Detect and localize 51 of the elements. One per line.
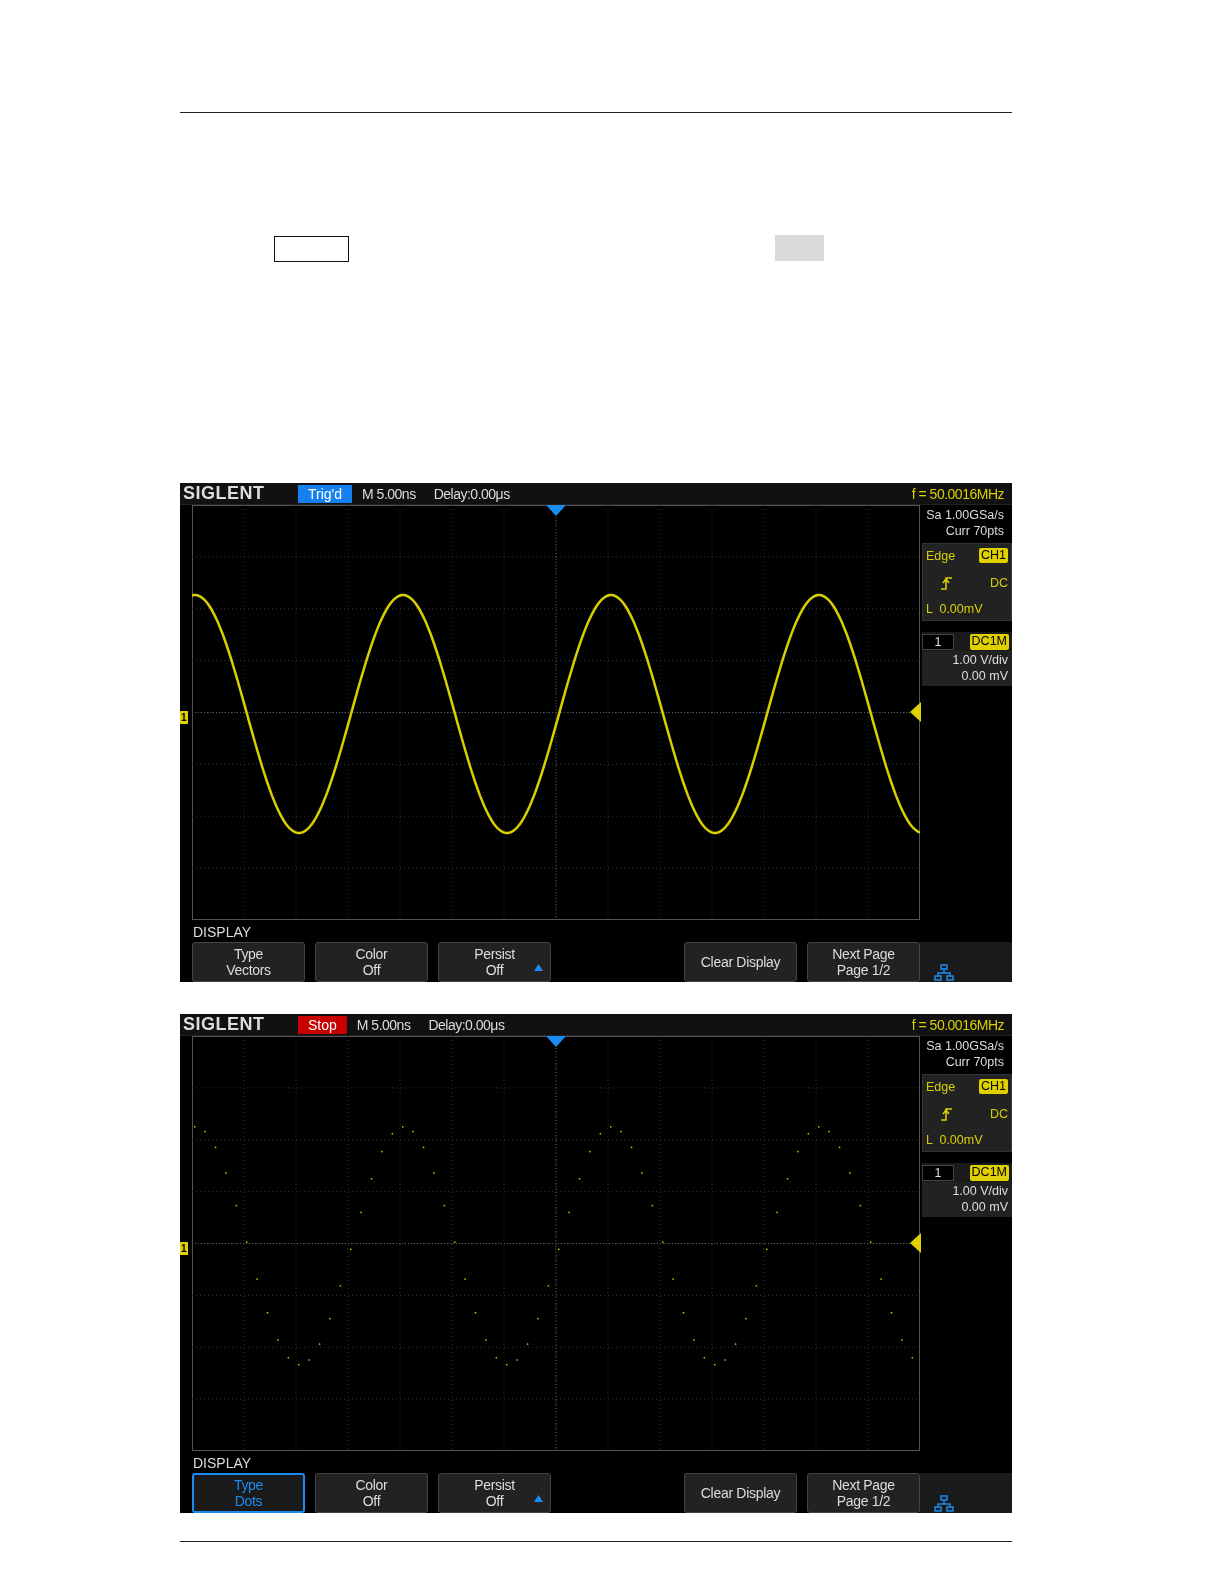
channel-coupling-badge: DC1M xyxy=(969,634,1009,650)
channel-marker: 1 xyxy=(180,1242,188,1255)
logo: SIGLENT xyxy=(182,483,266,504)
trigger-coupling-label: DC xyxy=(989,575,1008,590)
trigger-type-label: Edge xyxy=(926,548,956,563)
sample-rate-label: Sa 1.00GSa/s xyxy=(926,507,1004,523)
delay-label: Delay:0.00μs xyxy=(428,1016,505,1033)
volts-per-div-label: 1.00 V/div xyxy=(952,652,1008,668)
softkey-button[interactable]: Color Off xyxy=(315,1473,428,1513)
memory-label: Curr 70pts xyxy=(945,523,1004,539)
softkey-button[interactable]: Color Off xyxy=(315,942,428,982)
blank-patch xyxy=(775,235,824,261)
logo: SIGLENT xyxy=(182,1014,266,1035)
softkey-button[interactable]: Persist Off xyxy=(438,1473,551,1513)
trigger-type-label: Edge xyxy=(926,1079,956,1094)
rising-edge-icon xyxy=(940,1105,954,1122)
channel-tab[interactable]: 1 xyxy=(922,1165,954,1181)
run-state-badge: Trig'd xyxy=(298,484,353,503)
softkey-button[interactable]: Next Page Page 1/2 xyxy=(807,1473,920,1513)
sample-rate-label: Sa 1.00GSa/s xyxy=(926,1038,1004,1054)
softkey-button[interactable]: Persist Off xyxy=(438,942,551,982)
trigger-coupling-label: DC xyxy=(989,1106,1008,1121)
softkey-button[interactable]: Clear Display xyxy=(684,1473,797,1513)
timebase-label: M 5.00ns xyxy=(362,485,416,502)
softkey-button[interactable]: Type Dots xyxy=(192,1473,305,1513)
softkey-button[interactable]: Next Page Page 1/2 xyxy=(807,942,920,982)
timebase-label: M 5.00ns xyxy=(356,1016,411,1033)
trigger-level-label: L 0.00mV xyxy=(926,602,984,616)
trigger-level-icon xyxy=(910,1233,921,1253)
delay-label: Delay:0.00μs xyxy=(433,485,510,502)
volts-per-div-label: 1.00 V/div xyxy=(952,1183,1008,1199)
channel-coupling-badge: DC1M xyxy=(969,1165,1009,1181)
memory-label: Curr 70pts xyxy=(945,1054,1004,1070)
menu-title: DISPLAY xyxy=(193,924,252,940)
trigger-source-badge: CH1 xyxy=(979,1079,1008,1094)
channel-marker: 1 xyxy=(180,711,188,724)
trigger-level-label: L 0.00mV xyxy=(926,1133,984,1147)
network-icon xyxy=(934,1495,954,1513)
trigger-source-badge: CH1 xyxy=(979,548,1008,563)
offset-label: 0.00 mV xyxy=(961,1199,1008,1215)
rising-edge-icon xyxy=(940,574,954,591)
frequency-label: f = 50.0016MHz xyxy=(911,485,1005,502)
run-state-badge: Stop xyxy=(298,1015,347,1034)
softkey-button[interactable]: Type Vectors xyxy=(192,942,305,982)
channel-tab[interactable]: 1 xyxy=(922,634,954,650)
frequency-label: f = 50.0016MHz xyxy=(911,1016,1005,1033)
softkey-button[interactable]: Clear Display xyxy=(684,942,797,982)
offset-label: 0.00 mV xyxy=(961,668,1008,684)
network-icon xyxy=(934,964,954,982)
menu-title: DISPLAY xyxy=(193,1455,252,1471)
trigger-level-icon xyxy=(910,702,921,722)
